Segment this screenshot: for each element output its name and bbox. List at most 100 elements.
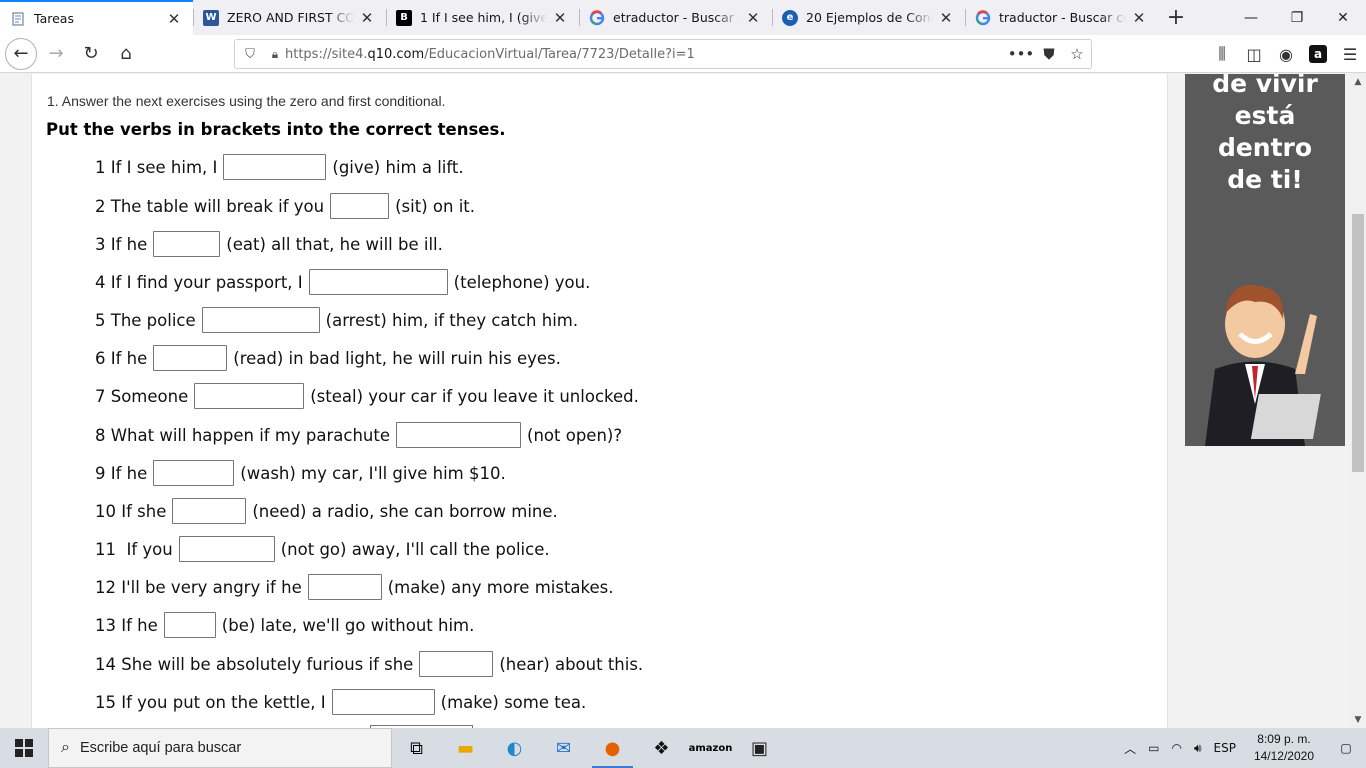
volume-icon[interactable]: 🔊︎ — [1188, 741, 1208, 756]
answer-input-14[interactable] — [419, 651, 494, 677]
exercise-14: 14 She will be absolutely furious if she… — [95, 650, 643, 678]
answer-input-11[interactable] — [178, 536, 275, 562]
tab-brainly[interactable]: B 1 If I see him, I (give) him a lift ✕ — [386, 0, 579, 35]
minimize-icon[interactable]: — — [1228, 0, 1274, 35]
google-icon — [975, 9, 991, 26]
exercise-6: 6 If he (read) in bad light, he will ruin… — [95, 344, 561, 372]
clock-time: 8:09 p. m. — [1257, 732, 1311, 746]
answer-input-7[interactable] — [194, 383, 305, 409]
wifi-icon[interactable]: ◠ — [1165, 741, 1187, 755]
exercise-text: 13 If he — [95, 615, 158, 635]
edge-taskbar-icon[interactable]: ◐ — [490, 728, 539, 768]
task-view-icon[interactable]: ⧉ — [392, 728, 441, 768]
exercise-subtitle: Put the verbs in brackets into the corre… — [46, 120, 506, 139]
chevron-up-icon[interactable]: ︿ — [1118, 740, 1142, 757]
amazon-taskbar-icon[interactable]: amazon — [686, 728, 735, 768]
close-window-icon[interactable]: ✕ — [1320, 0, 1366, 35]
battery-icon[interactable]: ▭ — [1142, 741, 1165, 755]
scroll-up-icon[interactable]: ▲ — [1350, 74, 1366, 90]
exercise-text: 7 Someone — [95, 386, 189, 406]
answer-input-6[interactable] — [153, 345, 228, 371]
answer-input-2[interactable] — [330, 193, 390, 219]
advertisement[interactable]: de vivir está dentro de ti! — [1185, 74, 1345, 446]
exercise-text: 1 If I see him, I — [95, 157, 218, 177]
notifications-icon[interactable]: ▢ — [1326, 741, 1366, 755]
exercise-7: 7 Someone (steal) your car if you leave i… — [95, 382, 639, 410]
nav-bar: ← → ↻ ⌂ ⛉ 🔒︎ https://site4.q10.com/Educa… — [0, 35, 1366, 73]
close-icon[interactable]: ✕ — [937, 9, 955, 27]
exercise-13: 13 If he (be) late, we'll go without him. — [95, 611, 474, 639]
close-icon[interactable]: ✕ — [744, 9, 762, 27]
exercise-15: 15 If you put on the kettle, I (make) som… — [95, 688, 586, 716]
close-icon[interactable]: ✕ — [1130, 9, 1148, 27]
exercise-text: 12 I'll be very angry if he — [95, 577, 302, 597]
exercise-text: (arrest) him, if they catch him. — [325, 310, 579, 330]
tab-traductor[interactable]: traductor - Buscar con Google ✕ — [965, 0, 1158, 35]
exercise-text: 6 If he — [95, 348, 148, 368]
close-icon[interactable]: ✕ — [358, 9, 376, 27]
instruction-text: 1. Answer the next exercises using the z… — [47, 93, 446, 109]
shield-icon[interactable]: ⛉ — [235, 47, 265, 62]
brainly-icon: B — [396, 9, 412, 26]
clock-date: 14/12/2020 — [1253, 749, 1314, 763]
reload-icon[interactable]: ↻ — [75, 38, 107, 70]
sidebar-icon[interactable]: ◫ — [1238, 38, 1270, 70]
url-bar[interactable]: ⛉ 🔒︎ https://site4.q10.com/EducacionVirt… — [234, 39, 1092, 69]
lock-icon[interactable]: 🔒︎ — [265, 47, 285, 62]
firefox-icon[interactable]: ● — [588, 728, 637, 768]
close-icon[interactable]: ✕ — [551, 9, 569, 27]
close-icon[interactable]: ✕ — [165, 10, 183, 28]
edge-icon: e — [782, 9, 798, 26]
home-icon[interactable]: ⌂ — [110, 38, 142, 70]
restore-icon[interactable]: ❐ — [1274, 0, 1320, 35]
answer-input-10[interactable] — [172, 498, 247, 524]
taskbar-search-box[interactable]: ⌕ Escribe aquí para buscar — [48, 728, 392, 768]
forward-icon[interactable]: → — [40, 38, 72, 70]
language-indicator[interactable]: ESP — [1208, 741, 1242, 755]
exercise-text: (sit) on it. — [395, 196, 475, 216]
pocket-icon[interactable]: ⛊ — [1035, 45, 1063, 63]
exercise-text: (give) him a lift. — [332, 157, 464, 177]
amazon-icon[interactable]: a — [1309, 45, 1327, 63]
exercise-9: 9 If he (wash) my car, I'll give him $10. — [95, 459, 506, 487]
exercise-text: (make) some tea. — [440, 692, 587, 712]
answer-input-12[interactable] — [307, 574, 382, 600]
bookmark-star-icon[interactable]: ☆ — [1063, 45, 1091, 63]
answer-input-15[interactable] — [331, 689, 435, 715]
windows-start-icon[interactable] — [0, 728, 48, 768]
tab-zero-and-first[interactable]: W ZERO AND FIRST CONDITIONAL ✕ — [193, 0, 386, 35]
answer-input-3[interactable] — [153, 231, 221, 257]
answer-input-13[interactable] — [163, 612, 216, 638]
mail-icon[interactable]: ✉ — [539, 728, 588, 768]
answer-input-9[interactable] — [153, 460, 235, 486]
vertical-scrollbar[interactable]: ▲ ▼ — [1350, 74, 1366, 728]
library-icon[interactable]: ⫼ — [1206, 38, 1238, 70]
answer-input-1[interactable] — [223, 154, 327, 180]
answer-input-5[interactable] — [201, 307, 320, 333]
tab-tareas[interactable]: Tareas ✕ — [0, 0, 193, 35]
more-actions-icon[interactable]: ••• — [1007, 45, 1035, 63]
new-tab-button[interactable]: + — [1158, 0, 1194, 35]
tab-etraductor[interactable]: etraductor - Buscar con Google ✕ — [579, 0, 772, 35]
exercise-text: 5 The police — [95, 310, 196, 330]
back-icon[interactable]: ← — [5, 37, 37, 70]
account-icon[interactable]: ◉ — [1270, 38, 1302, 70]
store-icon[interactable]: ▣ — [735, 728, 784, 768]
file-explorer-icon[interactable]: ▬ — [441, 728, 490, 768]
tab-title: etraductor - Buscar con Google — [613, 10, 740, 25]
menu-icon[interactable]: ☰ — [1334, 38, 1366, 70]
exercise-text: (eat) all that, he will be ill. — [226, 234, 443, 254]
exercise-text: 3 If he — [95, 234, 148, 254]
answer-input-4[interactable] — [308, 269, 448, 295]
scroll-down-icon[interactable]: ▼ — [1350, 712, 1366, 728]
scroll-thumb[interactable] — [1352, 214, 1364, 472]
exercise-1: 1 If I see him, I (give) him a lift. — [95, 153, 464, 181]
exercise-10: 10 If she (need) a radio, she can borrow … — [95, 497, 558, 525]
exercise-text: (read) in bad light, he will ruin his ey… — [233, 348, 561, 368]
dropbox-icon[interactable]: ❖ — [637, 728, 686, 768]
tab-bar: Tareas ✕ W ZERO AND FIRST CONDITIONAL ✕ … — [0, 0, 1366, 35]
url-text[interactable]: https://site4.q10.com/EducacionVirtual/T… — [285, 47, 1007, 62]
tab-20-ejemplos[interactable]: e 20 Ejemplos de Conditionals ✕ — [772, 0, 965, 35]
clock[interactable]: 8:09 p. m. 14/12/2020 — [1242, 731, 1326, 765]
answer-input-8[interactable] — [396, 422, 522, 448]
